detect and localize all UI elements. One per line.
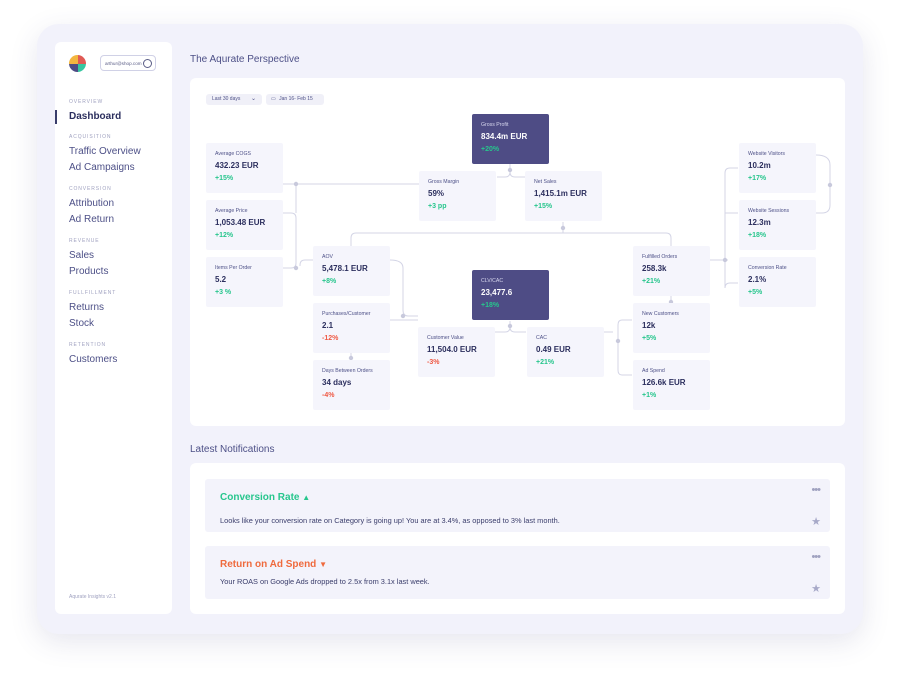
kpi-label: Customer Value	[427, 335, 464, 341]
notification-title-text: Conversion Rate	[220, 492, 300, 503]
kpi-change: +21%	[642, 278, 661, 285]
kpi-value: 0.49 EUR	[536, 345, 571, 354]
kpi-value: 1,053.48 EUR	[215, 218, 266, 227]
kpi-label: Fulfilled Orders	[642, 254, 678, 260]
kpi-card-website-sessions[interactable]: Website Sessions 12.3m +18%	[739, 200, 816, 250]
kpi-value: 12k	[642, 321, 656, 330]
kpi-change: +3 %	[215, 289, 232, 296]
kpi-value: 5.2	[215, 275, 227, 284]
kpi-card-ad-spend[interactable]: Ad Spend 126.6k EUR +1%	[633, 360, 710, 410]
kpi-label: Purchases/Customer	[322, 311, 371, 317]
arrow-down-icon: ▼	[319, 560, 327, 569]
kpi-label: Website Sessions	[748, 208, 790, 214]
notifications-title: Latest Notifications	[190, 444, 275, 455]
kpi-label: Conversion Rate	[748, 265, 787, 271]
kpi-card-average-price[interactable]: Average Price 1,053.48 EUR +12%	[206, 200, 283, 250]
kpi-label: CLV/CAC	[481, 278, 504, 284]
kpi-change: -3%	[427, 359, 440, 366]
kpi-card-gross-profit[interactable]: Gross Profit 834.4m EUR +20%	[472, 114, 549, 164]
kpi-value: 432.23 EUR	[215, 161, 259, 170]
kpi-card-purchases-customer[interactable]: Purchases/Customer 2.1 -12%	[313, 303, 390, 353]
kpi-label: Average COGS	[215, 151, 251, 157]
star-icon[interactable]: ★	[811, 515, 821, 528]
kpi-value: 59%	[428, 189, 445, 198]
notification-title-text: Return on Ad Spend	[220, 559, 317, 570]
star-icon[interactable]: ★	[811, 582, 821, 595]
more-options-icon[interactable]: •••	[811, 551, 821, 563]
kpi-card-customer-value[interactable]: Customer Value 11,504.0 EUR -3%	[418, 327, 495, 377]
kpi-label: Net Sales	[534, 179, 557, 185]
kpi-change: +18%	[748, 232, 767, 239]
kpi-value: 2.1%	[748, 275, 767, 284]
arrow-up-icon: ▲	[302, 493, 311, 502]
kpi-card-website-visitors[interactable]: Website Visitors 10.2m +17%	[739, 143, 816, 193]
kpi-card-new-customers[interactable]: New Customers 12k +5%	[633, 303, 710, 353]
kpi-label: Items Per Order	[215, 265, 252, 271]
kpi-change: +5%	[642, 335, 657, 342]
kpi-card-gross-margin[interactable]: Gross Margin 59% +3 pp	[419, 171, 496, 221]
more-options-icon[interactable]: •••	[811, 484, 821, 496]
kpi-change: +15%	[215, 175, 234, 182]
kpi-value: 23,477.6	[481, 288, 513, 297]
kpi-label: Average Price	[215, 208, 248, 214]
kpi-label: Days Between Orders	[322, 368, 373, 374]
kpi-change: -12%	[322, 335, 339, 342]
notification-body: Your ROAS on Google Ads dropped to 2.5x …	[220, 577, 430, 586]
kpi-card-net-sales[interactable]: Net Sales 1,415.1m EUR +15%	[525, 171, 602, 221]
kpi-value: 2.1	[322, 321, 334, 330]
kpi-card-conversion-rate[interactable]: Conversion Rate 2.1% +5%	[739, 257, 816, 307]
kpi-change: +17%	[748, 175, 767, 182]
kpi-change: -4%	[322, 392, 335, 399]
notification-title: Return on Ad Spend ▼	[220, 559, 327, 570]
kpi-card-items-per-order[interactable]: Items Per Order 5.2 +3 %	[206, 257, 283, 307]
kpi-value: 258.3k	[642, 264, 667, 273]
kpi-value: 12.3m	[748, 218, 771, 227]
kpi-change: +12%	[215, 232, 234, 239]
kpi-label: Ad Spend	[642, 368, 665, 374]
kpi-change: +18%	[481, 302, 500, 309]
kpi-change: +1%	[642, 392, 657, 399]
kpi-value: 10.2m	[748, 161, 771, 170]
kpi-label: CAC	[536, 335, 547, 341]
kpi-value: 11,504.0 EUR	[427, 345, 477, 354]
kpi-change: +20%	[481, 146, 500, 153]
kpi-card-fulfilled-orders[interactable]: Fulfilled Orders 258.3k +21%	[633, 246, 710, 296]
kpi-change: +15%	[534, 203, 553, 210]
kpi-label: AOV	[322, 254, 333, 260]
kpi-label: Website Visitors	[748, 151, 785, 157]
kpi-value: 834.4m EUR	[481, 132, 528, 141]
kpi-change: +5%	[748, 289, 763, 296]
kpi-change: +21%	[536, 359, 555, 366]
kpi-label: Gross Margin	[428, 179, 460, 185]
kpi-label: New Customers	[642, 311, 679, 317]
kpi-value: 5,478.1 EUR	[322, 264, 368, 273]
kpi-value: 34 days	[322, 378, 352, 387]
notification-card[interactable]: Conversion Rate ▲ Looks like your conver…	[205, 479, 830, 532]
kpi-value: 1,415.1m EUR	[534, 189, 587, 198]
kpi-label: Gross Profit	[481, 122, 509, 128]
kpi-card-cac[interactable]: CAC 0.49 EUR +21%	[527, 327, 604, 377]
notification-card[interactable]: Return on Ad Spend ▼ Your ROAS on Google…	[205, 546, 830, 599]
kpi-card-aov[interactable]: AOV 5,478.1 EUR +8%	[313, 246, 390, 296]
kpi-change: +8%	[322, 278, 337, 285]
notification-title: Conversion Rate ▲	[220, 492, 310, 503]
kpi-value: 126.6k EUR	[642, 378, 686, 387]
kpi-card-average-cogs[interactable]: Average COGS 432.23 EUR +15%	[206, 143, 283, 193]
kpi-card-clv-cac[interactable]: CLV/CAC 23,477.6 +18%	[472, 270, 549, 320]
notification-body: Looks like your conversion rate on Categ…	[220, 516, 560, 525]
kpi-change: +3 pp	[428, 203, 447, 210]
kpi-card-days-between-orders[interactable]: Days Between Orders 34 days -4%	[313, 360, 390, 410]
